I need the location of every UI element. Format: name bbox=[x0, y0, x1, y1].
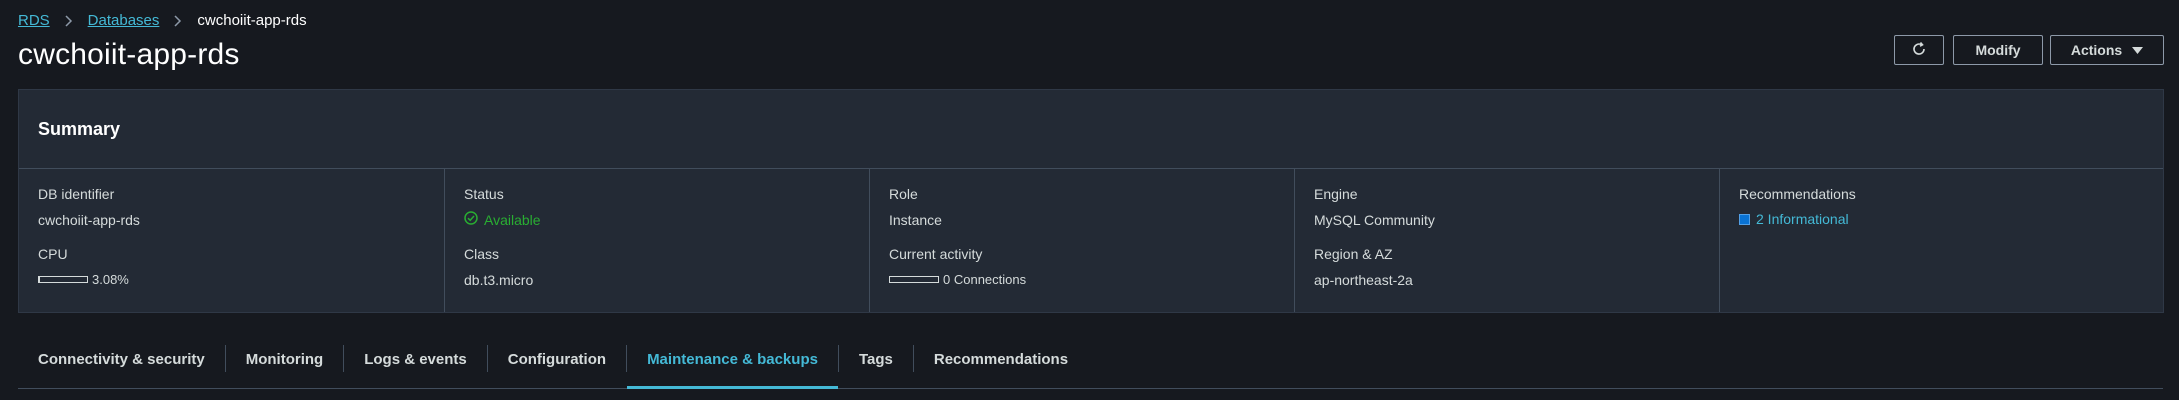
chevron-right-icon bbox=[173, 14, 183, 27]
tab-label: Configuration bbox=[507, 351, 607, 368]
summary-col-identifier: DB identifier cwchoiit-app-rds CPU 3.08% bbox=[19, 169, 444, 312]
tab-tags[interactable]: Tags bbox=[839, 335, 913, 388]
refresh-icon bbox=[1911, 41, 1927, 60]
db-identifier-label: DB identifier bbox=[38, 186, 115, 202]
region-az-label: Region & AZ bbox=[1314, 246, 1393, 262]
tab-configuration[interactable]: Configuration bbox=[488, 335, 626, 388]
engine-value: MySQL Community bbox=[1314, 212, 1435, 228]
tab-label: Monitoring bbox=[245, 351, 324, 368]
activity-progress-bar bbox=[889, 276, 939, 283]
activity-meter: 0 Connections bbox=[889, 272, 1026, 287]
actions-dropdown-button[interactable]: Actions bbox=[2050, 35, 2164, 65]
breadcrumb-rds-link[interactable]: RDS bbox=[18, 12, 50, 29]
breadcrumb-databases-link[interactable]: Databases bbox=[88, 12, 160, 29]
recommendations-link[interactable]: 2 Informational bbox=[1739, 211, 1849, 227]
cpu-progress-fill bbox=[39, 277, 41, 282]
cpu-progress-bar bbox=[38, 276, 88, 283]
tab-label: Maintenance & backups bbox=[647, 351, 818, 368]
summary-columns: DB identifier cwchoiit-app-rds CPU 3.08%… bbox=[19, 169, 2163, 312]
summary-title: Summary bbox=[38, 118, 121, 139]
current-activity-value: 0 Connections bbox=[943, 272, 1027, 287]
tab-recommendations[interactable]: Recommendations bbox=[914, 335, 1088, 388]
breadcrumb-current: cwchoiit-app-rds bbox=[197, 12, 307, 29]
tab-monitoring[interactable]: Monitoring bbox=[226, 335, 343, 388]
tab-logs-events[interactable]: Logs & events bbox=[344, 335, 487, 388]
summary-header: Summary bbox=[19, 90, 2163, 169]
refresh-button[interactable] bbox=[1894, 35, 1944, 65]
breadcrumb: RDS Databases cwchoiit-app-rds bbox=[18, 12, 307, 29]
cpu-value: 3.08% bbox=[92, 272, 129, 287]
status-label: Status bbox=[464, 186, 504, 202]
info-square-icon bbox=[1739, 213, 1750, 225]
tab-connectivity-security[interactable]: Connectivity & security bbox=[18, 335, 225, 388]
chevron-right-icon bbox=[64, 14, 74, 27]
db-identifier-value: cwchoiit-app-rds bbox=[38, 212, 140, 228]
tab-label: Tags bbox=[858, 351, 893, 368]
status-text: Available bbox=[484, 211, 541, 228]
tab-label: Recommendations bbox=[933, 351, 1069, 368]
recommendations-value: 2 Informational bbox=[1756, 211, 1849, 227]
summary-col-role: Role Instance Current activity 0 Connect… bbox=[869, 169, 1294, 312]
actions-button-label: Actions bbox=[2070, 42, 2123, 58]
role-label: Role bbox=[889, 186, 918, 202]
modify-button[interactable]: Modify bbox=[1953, 35, 2043, 65]
tab-label: Connectivity & security bbox=[38, 351, 205, 368]
region-az-value: ap-northeast-2a bbox=[1314, 272, 1413, 288]
detail-tabs: Connectivity & security Monitoring Logs … bbox=[18, 335, 2163, 389]
status-value: Available bbox=[464, 211, 541, 228]
role-value: Instance bbox=[889, 212, 942, 228]
engine-label: Engine bbox=[1314, 186, 1358, 202]
tab-maintenance-backups[interactable]: Maintenance & backups bbox=[627, 335, 838, 389]
tab-label: Logs & events bbox=[364, 351, 467, 368]
recommendations-label: Recommendations bbox=[1739, 186, 1856, 202]
summary-col-engine: Engine MySQL Community Region & AZ ap-no… bbox=[1294, 169, 1719, 312]
summary-panel: Summary DB identifier cwchoiit-app-rds C… bbox=[18, 89, 2164, 313]
summary-col-recommendations: Recommendations 2 Informational bbox=[1719, 169, 2163, 312]
cpu-label: CPU bbox=[38, 246, 68, 262]
summary-col-status: Status Available Class db.t3.micro bbox=[444, 169, 869, 312]
cpu-meter: 3.08% bbox=[38, 272, 129, 287]
current-activity-label: Current activity bbox=[889, 246, 983, 262]
page-title: cwchoiit-app-rds bbox=[18, 38, 240, 71]
class-label: Class bbox=[464, 246, 500, 262]
class-value: db.t3.micro bbox=[464, 272, 534, 288]
caret-down-icon bbox=[2132, 42, 2144, 58]
check-circle-icon bbox=[464, 211, 478, 228]
